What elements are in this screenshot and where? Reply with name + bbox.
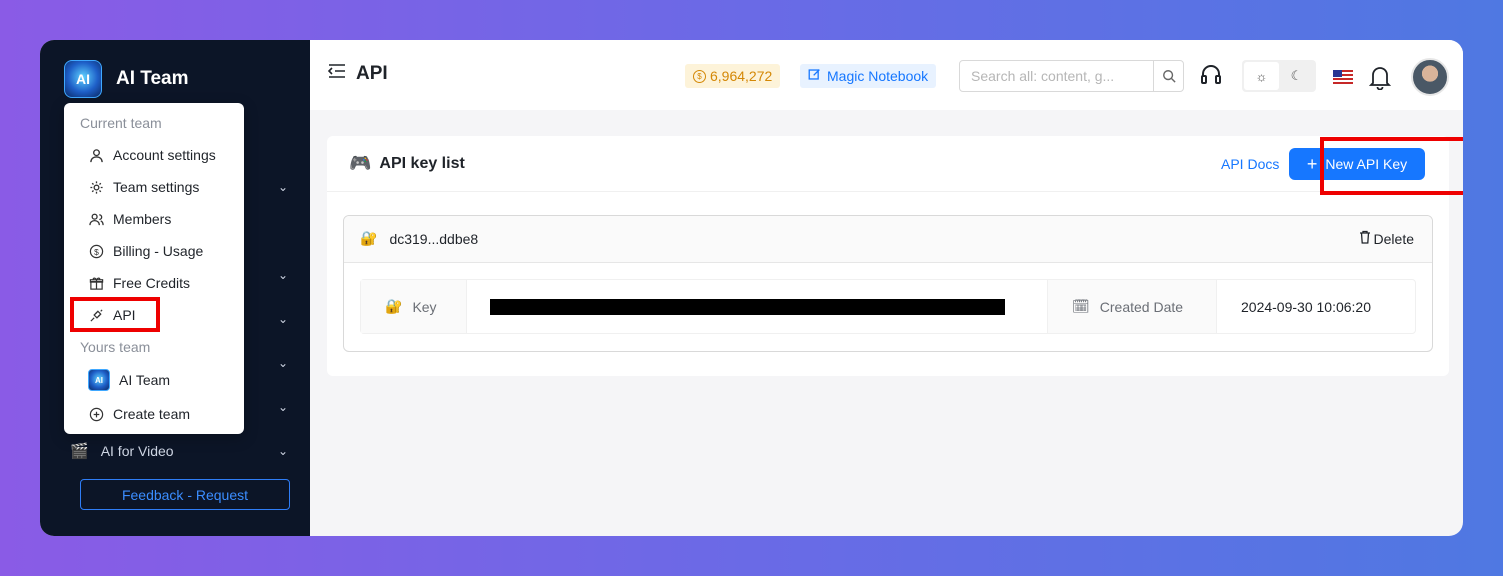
headset-icon[interactable] — [1199, 62, 1223, 91]
moon-icon[interactable]: ☾ — [1279, 62, 1314, 90]
gamepad-icon: 🎮 — [349, 153, 372, 173]
card-title: 🎮 API key list — [349, 153, 465, 174]
avatar[interactable] — [1411, 58, 1449, 96]
magic-notebook-label: Magic Notebook — [827, 68, 929, 84]
menu-item-members[interactable]: Members — [88, 211, 171, 227]
menu-item-create-team[interactable]: Create team — [88, 406, 190, 422]
credits-badge[interactable]: $ 6,964,272 — [685, 64, 781, 88]
team-logo: AI — [64, 60, 102, 98]
edit-icon — [808, 68, 821, 84]
app-window: AI AI Team ⌄ ⌄ ⌄ ⌄ ⌄ 🎬 AI for Video ⌄ Fe… — [40, 40, 1463, 536]
menu-item-label: Team settings — [113, 179, 200, 195]
api-key-item: 🔐 dc319...ddbe8 Delete 🔐 Key 🗓 Created D… — [343, 215, 1433, 352]
api-key-name-text: dc319...ddbe8 — [389, 230, 479, 247]
trash-icon — [1359, 230, 1371, 247]
menu-fold-icon[interactable] — [327, 63, 346, 85]
card-title-text: API key list — [379, 154, 465, 172]
lock-icon: 🔐 — [360, 230, 378, 246]
chevron-down-icon[interactable]: ⌄ — [278, 444, 288, 458]
menu-item-account-settings[interactable]: Account settings — [88, 147, 216, 163]
team-menu: Current team Account settings Team setti… — [64, 103, 244, 434]
created-date-label: Created Date — [1099, 298, 1184, 315]
highlight-box — [70, 297, 160, 332]
bell-icon[interactable] — [1368, 64, 1392, 95]
magic-notebook-button[interactable]: Magic Notebook — [800, 64, 937, 88]
credits-value: 6,964,272 — [710, 68, 773, 84]
menu-group-yours-team: Yours team — [80, 339, 151, 355]
sun-icon[interactable]: ☼ — [1244, 62, 1279, 90]
gift-icon — [88, 275, 104, 291]
feedback-button[interactable]: Feedback - Request — [80, 479, 290, 510]
menu-item-team-settings[interactable]: Team settings — [88, 179, 199, 195]
menu-item-billing-usage[interactable]: $ Billing - Usage — [88, 243, 203, 259]
delete-button[interactable]: Delete — [1359, 230, 1414, 247]
api-key-details: 🔐 Key 🗓 Created Date 2024-09-30 10:06:20 — [360, 279, 1416, 334]
chevron-down-icon[interactable]: ⌄ — [278, 180, 288, 194]
calendar-icon: 🗓 — [1072, 298, 1090, 314]
sidebar-item-label: AI for Video — [100, 443, 174, 459]
redacted-key — [490, 298, 1005, 315]
api-key-item-header: 🔐 dc319...ddbe8 Delete — [344, 216, 1432, 263]
team-logo: AI — [88, 369, 110, 391]
search-input[interactable] — [960, 61, 1153, 91]
svg-text:$: $ — [94, 246, 99, 256]
lock-icon: 🔐 — [385, 298, 403, 314]
clapperboard-icon: 🎬 — [70, 443, 89, 460]
members-icon — [88, 211, 104, 227]
menu-item-label: Members — [113, 211, 172, 227]
key-label-cell: 🔐 Key — [361, 280, 467, 333]
api-docs-link[interactable]: API Docs — [1221, 156, 1279, 172]
created-date-value: 2024-09-30 10:06:20 — [1241, 298, 1371, 315]
main-content: API $ 6,964,272 Magic Notebook Search al… — [310, 40, 1463, 536]
chevron-down-icon[interactable]: ⌄ — [278, 312, 288, 326]
dollar-icon: $ — [88, 243, 104, 259]
card-header: 🎮 API key list API Docs + New API Key — [327, 136, 1449, 192]
menu-item-label: Free Credits — [113, 275, 191, 291]
brand[interactable]: AI AI Team — [64, 60, 189, 98]
created-label-cell: 🗓 Created Date — [1047, 280, 1217, 333]
menu-item-team-ai-team[interactable]: AI AI Team — [88, 369, 170, 391]
api-key-card: 🎮 API key list API Docs + New API Key 🔐 … — [327, 136, 1449, 376]
search-box — [959, 60, 1184, 92]
plus-circle-icon — [88, 406, 104, 422]
menu-item-label: Create team — [113, 406, 191, 422]
key-label: Key — [412, 298, 437, 315]
chevron-down-icon[interactable]: ⌄ — [278, 268, 288, 282]
highlight-box — [1320, 137, 1463, 195]
menu-group-current-team: Current team — [80, 115, 162, 131]
plus-icon: + — [1306, 154, 1318, 174]
us-flag-icon[interactable] — [1333, 70, 1353, 84]
delete-label: Delete — [1373, 230, 1414, 247]
gear-icon — [88, 179, 104, 195]
key-value-cell — [467, 280, 1047, 333]
page-title: API — [327, 63, 388, 85]
search-icon[interactable] — [1153, 61, 1183, 91]
sidebar-item-ai-for-video[interactable]: 🎬 AI for Video — [70, 442, 174, 460]
menu-item-label: AI Team — [119, 372, 171, 388]
sidebar: AI AI Team ⌄ ⌄ ⌄ ⌄ ⌄ 🎬 AI for Video ⌄ Fe… — [40, 40, 310, 536]
brand-name: AI Team — [116, 68, 189, 89]
menu-item-label: Billing - Usage — [113, 243, 204, 259]
user-icon — [88, 147, 104, 163]
api-key-name: 🔐 dc319...ddbe8 — [360, 230, 478, 247]
coin-icon: $ — [693, 69, 706, 83]
menu-item-label: Account settings — [113, 147, 216, 163]
chevron-down-icon[interactable]: ⌄ — [278, 356, 288, 370]
chevron-down-icon[interactable]: ⌄ — [278, 400, 288, 414]
theme-toggle[interactable]: ☼ ☾ — [1242, 60, 1316, 92]
menu-item-free-credits[interactable]: Free Credits — [88, 275, 190, 291]
top-bar: API $ 6,964,272 Magic Notebook Search al… — [310, 40, 1463, 110]
page-title-text: API — [356, 63, 388, 84]
